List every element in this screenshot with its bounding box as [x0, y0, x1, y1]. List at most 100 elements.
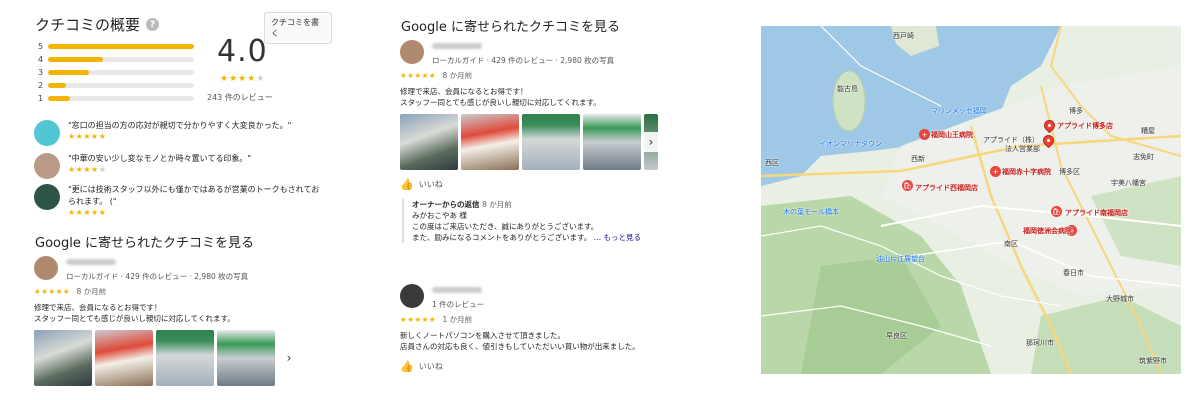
like-label: いいね: [418, 180, 443, 189]
hospital-icon[interactable]: +: [919, 129, 930, 140]
chevron-right-icon[interactable]: ›: [282, 348, 296, 368]
avatar: [34, 184, 60, 210]
snippet-stars: ★★★★★: [68, 208, 107, 217]
map-label: 那珂川市: [1026, 339, 1054, 347]
map-label: 木の葉モール橋本: [783, 208, 839, 216]
review-body: 新しくノートパソコンを購入させて頂きました。 店員さんの対応も良く、値引きもして…: [400, 330, 700, 352]
map-label: 筑紫野市: [1139, 357, 1167, 365]
rating-bar-fill: [48, 44, 194, 49]
avatar[interactable]: [400, 40, 424, 64]
shop-icon[interactable]: 🛍: [902, 180, 913, 191]
average-rating: 4.0: [217, 34, 268, 69]
rating-bar-track: [48, 83, 194, 88]
rating-bar-fill: [48, 96, 70, 101]
review-photo[interactable]: [461, 114, 519, 170]
review-time: 8 か月前: [76, 287, 107, 296]
review-photos: ›: [400, 114, 700, 170]
review-count[interactable]: 243 件のレビュー: [207, 92, 273, 103]
map-label: 油山片江展望台: [876, 255, 925, 263]
avatar[interactable]: [400, 284, 424, 308]
see-reviews-heading[interactable]: Google に寄せられたクチコミを見る: [35, 232, 254, 251]
snippet-stars: ★★★★★: [68, 132, 107, 141]
hospital-icon[interactable]: +: [990, 166, 1001, 177]
review-body-line: 修理で来店、会員になるとお得です！: [400, 87, 528, 96]
reviews-list-panel: Google に寄せられたクチコミを見る ローカルガイド · 429 件のレビュ…: [398, 8, 698, 398]
map[interactable]: 🛍 🛍 + + + 西戸崎 能古島 マリンメッセ福岡 博多 アプライド博多店 ア…: [761, 26, 1181, 374]
owner-reply: オーナーからの返信 8 か月前 みかおこやあ 様 この度はご来店いただき、誠にあ…: [402, 199, 700, 243]
owner-reply-heading: オーナーからの返信 8 か月前: [412, 199, 700, 210]
reviewer-name-blurred[interactable]: [432, 43, 482, 49]
review-snippet[interactable]: "窓口の担当の方の応対が親切で分かりやすく大変良かった。" ★★★★★: [34, 120, 324, 146]
owner-reply-line: この度はご来店いただき、誠にありがとうございます。: [412, 222, 599, 231]
review-snippet[interactable]: "更には技術スタッフ以外にも僅かではあるが営業のトークもされておられます。 ("…: [34, 184, 324, 217]
review-photo[interactable]: [95, 330, 153, 386]
review-rating-line: ★★★★★ 8 か月前: [34, 286, 334, 297]
reviewer-meta: ローカルガイド · 429 件のレビュー · 2,980 枚の写真: [432, 56, 615, 65]
avatar: [34, 120, 60, 146]
like-button[interactable]: 👍 いいね: [400, 360, 700, 373]
review-body-line: 修理で来店、会員になるとお得です！: [34, 303, 162, 312]
rating-bar-track: [48, 96, 194, 101]
map-label: 西区: [765, 159, 779, 167]
rating-bar-row: 3: [38, 66, 198, 79]
shop-icon[interactable]: 🛍: [1051, 206, 1062, 217]
thumbs-up-icon: 👍: [400, 178, 414, 191]
rating-bar-fill: [48, 70, 89, 75]
review-time: 8 か月前: [442, 71, 473, 80]
rating-bar-label: 4: [38, 55, 44, 64]
help-icon[interactable]: ?: [146, 18, 160, 31]
rating-bar-track: [48, 44, 194, 49]
reviewer-name-blurred[interactable]: [432, 287, 482, 293]
rating-histogram: 5 4 3 2 1: [38, 40, 198, 105]
review-photo[interactable]: [400, 114, 458, 170]
review-photo[interactable]: [34, 330, 92, 386]
rating-bar-label: 2: [38, 81, 44, 90]
map-label: 博多: [1069, 107, 1083, 115]
read-more-link[interactable]: … もっと見る: [594, 233, 641, 242]
review-photo[interactable]: [583, 114, 641, 170]
rating-bar-label: 1: [38, 94, 44, 103]
rating-bar-label: 5: [38, 42, 44, 51]
map-label: 宇美八幡宮: [1111, 179, 1146, 187]
review-photo[interactable]: [522, 114, 580, 170]
review-rating-line: ★★★★★ 8 か月前: [400, 70, 700, 81]
snippet-text: "窓口の担当の方の応対が親切で分かりやすく大変良かった。": [68, 121, 292, 130]
reviewer-meta: 1 件のレビュー: [432, 300, 485, 309]
review-body-line: スタッフー同とても感じが良いし親切に対応してくれます。: [400, 98, 601, 107]
chevron-right-icon[interactable]: ›: [644, 132, 658, 152]
owner-reply-line: みかおこやあ 様: [412, 211, 467, 220]
rating-bar-fill: [48, 57, 104, 62]
map-label: 南区: [1004, 240, 1018, 248]
reviewer-name-blurred[interactable]: [66, 259, 116, 265]
map-label: 西戸崎: [893, 32, 914, 40]
like-button[interactable]: 👍 いいね: [400, 178, 700, 191]
avatar[interactable]: [34, 256, 58, 280]
snippet-text: "更には技術スタッフ以外にも僅かではあるが営業のトークもされておられます。 (": [68, 185, 320, 206]
review-body: 修理で来店、会員になるとお得です！ スタッフー同とても感じが良いし親切に対応して…: [34, 302, 334, 324]
review-snippet[interactable]: "中華の安い少し変なモノとか時々置いてる印象。" ★★★★★: [34, 153, 324, 179]
rating-bar-row: 2: [38, 79, 198, 92]
map-label: 福岡徳洲会病院: [1023, 227, 1072, 235]
review-rating-line: ★★★★★ 1 か月前: [400, 314, 700, 325]
review-photo[interactable]: [217, 330, 275, 386]
average-rating-stars: ★★★★★: [220, 74, 266, 84]
rating-bar-track: [48, 70, 194, 75]
map-label: 春日市: [1063, 269, 1084, 277]
review-card: ローカルガイド · 429 件のレビュー · 2,980 枚の写真 ★★★★★ …: [34, 256, 334, 386]
write-review-button[interactable]: クチコミを書く: [264, 12, 332, 44]
map-label: 糟屋: [1141, 127, 1155, 135]
map-label: 西新: [911, 155, 925, 163]
see-reviews-heading[interactable]: Google に寄せられたクチコミを見る: [401, 16, 620, 35]
rating-bar-row: 5: [38, 40, 198, 53]
rating-bar-label: 3: [38, 68, 44, 77]
map-label: 福岡山王病院: [931, 131, 973, 139]
reviewer-meta: ローカルガイド · 429 件のレビュー · 2,980 枚の写真: [66, 272, 249, 281]
map-label: 福岡赤十字病院: [1002, 168, 1051, 176]
review-stars: ★★★★★: [400, 315, 437, 324]
map-background: [761, 26, 1181, 374]
map-label: アプライド南福岡店: [1065, 209, 1128, 217]
review-card: 1 件のレビュー ★★★★★ 1 か月前 新しくノートパソコンを購入させて頂きま…: [400, 284, 700, 373]
reviews-summary-panel: クチコミの概要 ? クチコミを書く 5 4 3 2 1 4.0 ★★★★★ 243 件の…: [32, 8, 332, 398]
review-photo[interactable]: [156, 330, 214, 386]
rating-bar-row: 4: [38, 53, 198, 66]
